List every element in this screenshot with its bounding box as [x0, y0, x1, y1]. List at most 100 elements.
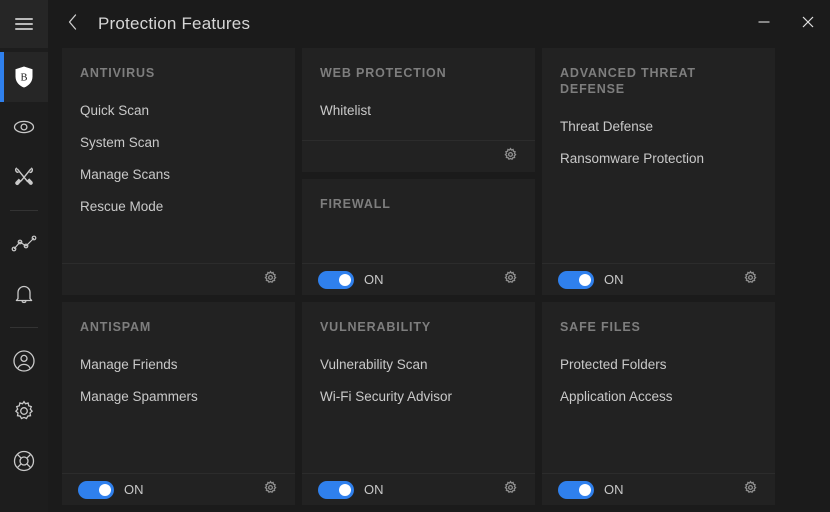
- card-firewall: FIREWALL ON: [302, 179, 535, 295]
- card-title: ANTISPAM: [80, 320, 152, 334]
- toggle-knob: [579, 483, 591, 496]
- card-antispam: ANTISPAM Manage Friends Manage Spammers …: [62, 302, 295, 505]
- eye-icon: [12, 118, 36, 136]
- minimize-icon: [757, 15, 771, 34]
- card-body: ADVANCED THREAT DEFENSE Threat Defense R…: [542, 48, 775, 263]
- firewall-toggle[interactable]: [318, 270, 354, 289]
- chevron-left-icon: [67, 13, 79, 36]
- sidebar: B: [0, 0, 48, 512]
- sidebar-item-activity[interactable]: [0, 219, 48, 269]
- antispam-settings-button[interactable]: [259, 479, 281, 501]
- link-system-scan[interactable]: System Scan: [80, 127, 277, 159]
- gear-icon: [263, 269, 278, 290]
- card-advanced-threat-defense: ADVANCED THREAT DEFENSE Threat Defense R…: [542, 48, 775, 295]
- advanced-threat-defense-settings-button[interactable]: [739, 269, 761, 291]
- sidebar-item-support[interactable]: [0, 436, 48, 486]
- card-footer: [302, 140, 535, 172]
- advanced-threat-defense-toggle-label: ON: [604, 272, 624, 287]
- svg-text:B: B: [20, 73, 27, 84]
- hamburger-menu-button[interactable]: [0, 0, 48, 48]
- card-body: SAFE FILES Protected Folders Application…: [542, 302, 775, 473]
- antispam-toggle[interactable]: [78, 480, 114, 499]
- close-button[interactable]: [786, 0, 830, 48]
- title-bar: Protection Features: [48, 0, 830, 48]
- card-body: FIREWALL: [302, 179, 535, 263]
- card-footer: ON: [302, 263, 535, 295]
- sidebar-item-privacy[interactable]: [0, 102, 48, 152]
- sidebar-item-account[interactable]: [0, 336, 48, 386]
- main-pane: Protection Features ANTIVIRUS Quick Scan…: [48, 0, 830, 512]
- link-manage-spammers[interactable]: Manage Spammers: [80, 381, 277, 413]
- card-web-protection: WEB PROTECTION Whitelist: [302, 48, 535, 172]
- safe-files-toggle-label: ON: [604, 482, 624, 497]
- firewall-settings-button[interactable]: [499, 269, 521, 291]
- advanced-threat-defense-toggle[interactable]: [558, 270, 594, 289]
- sidebar-item-notifications[interactable]: [0, 269, 48, 319]
- card-title: FIREWALL: [320, 197, 391, 211]
- user-circle-icon: [12, 349, 36, 373]
- card-title: ANTIVIRUS: [80, 66, 156, 80]
- sidebar-item-settings[interactable]: [0, 386, 48, 436]
- link-manage-scans[interactable]: Manage Scans: [80, 159, 277, 191]
- sidebar-item-utilities[interactable]: [0, 152, 48, 202]
- back-button[interactable]: [58, 9, 88, 39]
- link-rescue-mode[interactable]: Rescue Mode: [80, 191, 277, 223]
- gear-icon: [12, 399, 36, 423]
- toggle-knob: [99, 483, 111, 496]
- gear-icon: [263, 479, 278, 500]
- card-body: VULNERABILITY Vulnerability Scan Wi-Fi S…: [302, 302, 535, 473]
- link-wifi-security-advisor[interactable]: Wi-Fi Security Advisor: [320, 381, 517, 413]
- window-controls: [742, 0, 830, 48]
- toggle-knob: [579, 273, 591, 286]
- card-footer: ON: [542, 263, 775, 295]
- safe-files-settings-button[interactable]: [739, 479, 761, 501]
- link-threat-defense[interactable]: Threat Defense: [560, 111, 757, 143]
- close-icon: [801, 15, 815, 34]
- minimize-button[interactable]: [742, 0, 786, 48]
- card-footer: [62, 263, 295, 295]
- link-application-access[interactable]: Application Access: [560, 381, 757, 413]
- card-footer: ON: [62, 473, 295, 505]
- card-body: ANTIVIRUS Quick Scan System Scan Manage …: [62, 48, 295, 263]
- page-title: Protection Features: [98, 14, 251, 33]
- card-safe-files: SAFE FILES Protected Folders Application…: [542, 302, 775, 505]
- vulnerability-settings-button[interactable]: [499, 479, 521, 501]
- firewall-toggle-label: ON: [364, 272, 384, 287]
- toggle-knob: [339, 273, 351, 286]
- line-chart-icon: [11, 235, 37, 253]
- card-body: WEB PROTECTION Whitelist: [302, 48, 535, 140]
- link-whitelist[interactable]: Whitelist: [320, 95, 517, 127]
- bell-icon: [13, 283, 35, 306]
- card-antivirus: ANTIVIRUS Quick Scan System Scan Manage …: [62, 48, 295, 295]
- vulnerability-toggle-label: ON: [364, 482, 384, 497]
- card-title: SAFE FILES: [560, 320, 641, 334]
- link-vulnerability-scan[interactable]: Vulnerability Scan: [320, 349, 517, 381]
- card-title: VULNERABILITY: [320, 320, 432, 334]
- column-web-firewall: WEB PROTECTION Whitelist FIREWALL ON: [302, 48, 535, 295]
- link-protected-folders[interactable]: Protected Folders: [560, 349, 757, 381]
- link-manage-friends[interactable]: Manage Friends: [80, 349, 277, 381]
- feature-card-grid: ANTIVIRUS Quick Scan System Scan Manage …: [48, 48, 830, 512]
- sidebar-item-protection[interactable]: B: [0, 52, 48, 102]
- tools-icon: [12, 165, 36, 189]
- lifebuoy-icon: [12, 449, 36, 473]
- application-window: B Protection Features ANTIVIRUS Quick Sc…: [0, 0, 830, 512]
- link-quick-scan[interactable]: Quick Scan: [80, 95, 277, 127]
- card-footer: ON: [302, 473, 535, 505]
- hamburger-menu-icon: [15, 15, 33, 33]
- gear-icon: [503, 479, 518, 500]
- gear-icon: [743, 269, 758, 290]
- card-footer: ON: [542, 473, 775, 505]
- web-protection-settings-button[interactable]: [499, 146, 521, 168]
- vulnerability-toggle[interactable]: [318, 480, 354, 499]
- gear-icon: [503, 146, 518, 167]
- bitdefender-shield-icon: B: [13, 65, 35, 89]
- gear-icon: [503, 269, 518, 290]
- card-vulnerability: VULNERABILITY Vulnerability Scan Wi-Fi S…: [302, 302, 535, 505]
- card-title: ADVANCED THREAT DEFENSE: [560, 66, 696, 96]
- antivirus-settings-button[interactable]: [259, 269, 281, 291]
- card-body: ANTISPAM Manage Friends Manage Spammers: [62, 302, 295, 473]
- toggle-knob: [339, 483, 351, 496]
- link-ransomware-protection[interactable]: Ransomware Protection: [560, 143, 757, 175]
- safe-files-toggle[interactable]: [558, 480, 594, 499]
